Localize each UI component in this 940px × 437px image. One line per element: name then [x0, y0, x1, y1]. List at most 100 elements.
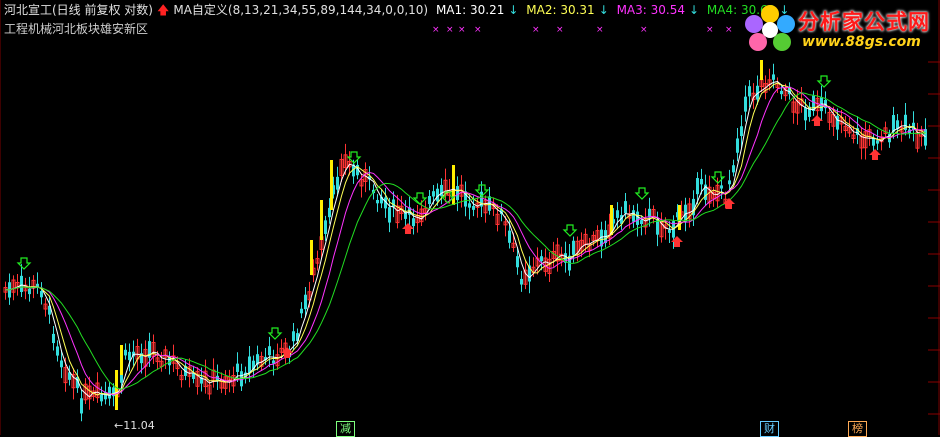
candle-body — [120, 374, 123, 383]
candle-body — [772, 74, 775, 80]
ma2-line — [5, 82, 926, 396]
candle-body — [624, 201, 627, 214]
ma3-line — [5, 86, 926, 396]
signal-bar — [310, 240, 313, 275]
cross-mark: × — [474, 25, 482, 35]
cross-mark: × — [706, 25, 714, 35]
ma4-line — [5, 92, 926, 390]
sell-arrow-icon — [634, 187, 650, 200]
candle-body — [616, 210, 619, 218]
cross-mark: × — [596, 25, 604, 35]
candle-body — [668, 229, 671, 233]
sell-arrow-icon — [816, 75, 832, 88]
candle-body — [744, 96, 747, 112]
cross-mark: × — [432, 25, 440, 35]
buy-arrow-icon — [671, 236, 683, 247]
candle-body — [336, 176, 339, 190]
chart-header: 河北宣工(日线 前复权 对数) 🡅 MA自定义(8,13,21,34,55,89,1… — [4, 2, 793, 18]
candle-body — [632, 210, 635, 222]
candle-body — [472, 206, 475, 210]
candle-body — [20, 275, 23, 293]
candle-body — [876, 140, 879, 144]
candle-body — [780, 90, 783, 95]
candle-body — [696, 178, 699, 195]
cross-mark: × — [556, 25, 564, 35]
candle-body — [804, 107, 807, 121]
candle-body — [520, 278, 523, 285]
candle-body — [736, 138, 739, 153]
cross-mark: × — [458, 25, 466, 35]
candle-body — [292, 331, 295, 342]
sector-label: 工程机械河北板块雄安新区 — [4, 22, 149, 36]
candle-body — [640, 220, 643, 225]
candle-body — [100, 394, 103, 402]
indicator-label: MA自定义(8,13,21,34,55,89,144,34,0,0,10) — [173, 3, 429, 17]
candle-body — [872, 138, 875, 146]
candle-body — [892, 115, 895, 132]
candle-body — [656, 220, 659, 235]
arrow-down-icon: ↓ — [598, 3, 609, 17]
signal-bar — [678, 205, 681, 230]
candle-body — [720, 185, 723, 189]
low-price-label: ←11.04 — [114, 419, 155, 432]
candle-body — [80, 398, 83, 414]
candle-body — [740, 126, 743, 137]
candle-body — [728, 180, 731, 185]
candle-body — [516, 256, 519, 268]
candle-body — [636, 211, 639, 225]
signal-marks: × × × × × × × × × × — [16, 25, 881, 358]
cross-mark: × — [640, 25, 648, 35]
candle-body — [392, 199, 395, 208]
candle-body — [324, 220, 327, 234]
candle-body — [304, 294, 307, 310]
ma2-label: MA2: 30.31 — [526, 3, 595, 17]
sell-arrow-icon — [562, 224, 578, 237]
candle-body — [60, 360, 63, 368]
candle-body — [748, 86, 751, 97]
candle-body — [412, 218, 415, 227]
candle-body — [248, 356, 251, 374]
logo-brand: 分析家公式网 — [798, 10, 930, 34]
candle-body — [732, 165, 735, 173]
candle-body — [508, 230, 511, 243]
candle-body — [40, 290, 43, 298]
candle-body — [52, 333, 55, 344]
candle-body — [540, 256, 543, 262]
candle-body — [388, 207, 391, 223]
candle-body — [28, 288, 31, 295]
candle-body — [268, 346, 271, 356]
arrow-down-icon: ↓ — [689, 3, 700, 17]
candles — [3, 60, 927, 422]
candle-body — [124, 349, 127, 356]
candle-body — [128, 351, 131, 361]
cross-mark: × — [725, 25, 733, 35]
signal-bar — [120, 345, 123, 375]
candle-body — [376, 199, 379, 204]
candle-body — [468, 203, 471, 208]
candle-body — [700, 178, 703, 185]
signal-bar — [320, 200, 323, 240]
cross-mark: × — [446, 25, 454, 35]
sell-arrow-icon — [412, 192, 428, 205]
logo-url: www.88gs.com — [802, 34, 921, 50]
candle-body — [572, 240, 575, 255]
cross-mark: × — [532, 25, 540, 35]
buy-arrow-icon — [869, 149, 881, 160]
signal-bar — [760, 60, 763, 80]
signal-bar — [115, 370, 118, 410]
candle-body — [924, 129, 927, 146]
arrow-down-icon: ↓ — [508, 3, 519, 17]
candle-body — [456, 186, 459, 201]
sell-arrow-icon — [267, 327, 283, 340]
flower-logo-icon — [745, 5, 795, 51]
candle-body — [432, 191, 435, 197]
up-arrow-icon: 🡅 — [157, 3, 170, 17]
stock-title: 河北宣工(日线 前复权 对数) — [4, 3, 153, 17]
candle-body — [428, 196, 431, 205]
site-logo[interactable]: 分析家公式网 www.88gs.com — [742, 4, 938, 56]
candle-body — [108, 386, 111, 399]
candle-body — [300, 308, 303, 314]
signal-bar — [330, 160, 333, 210]
ma1-label: MA1: 30.21 — [435, 3, 505, 17]
price-chart: × × × × × × × × × × — [0, 0, 940, 435]
